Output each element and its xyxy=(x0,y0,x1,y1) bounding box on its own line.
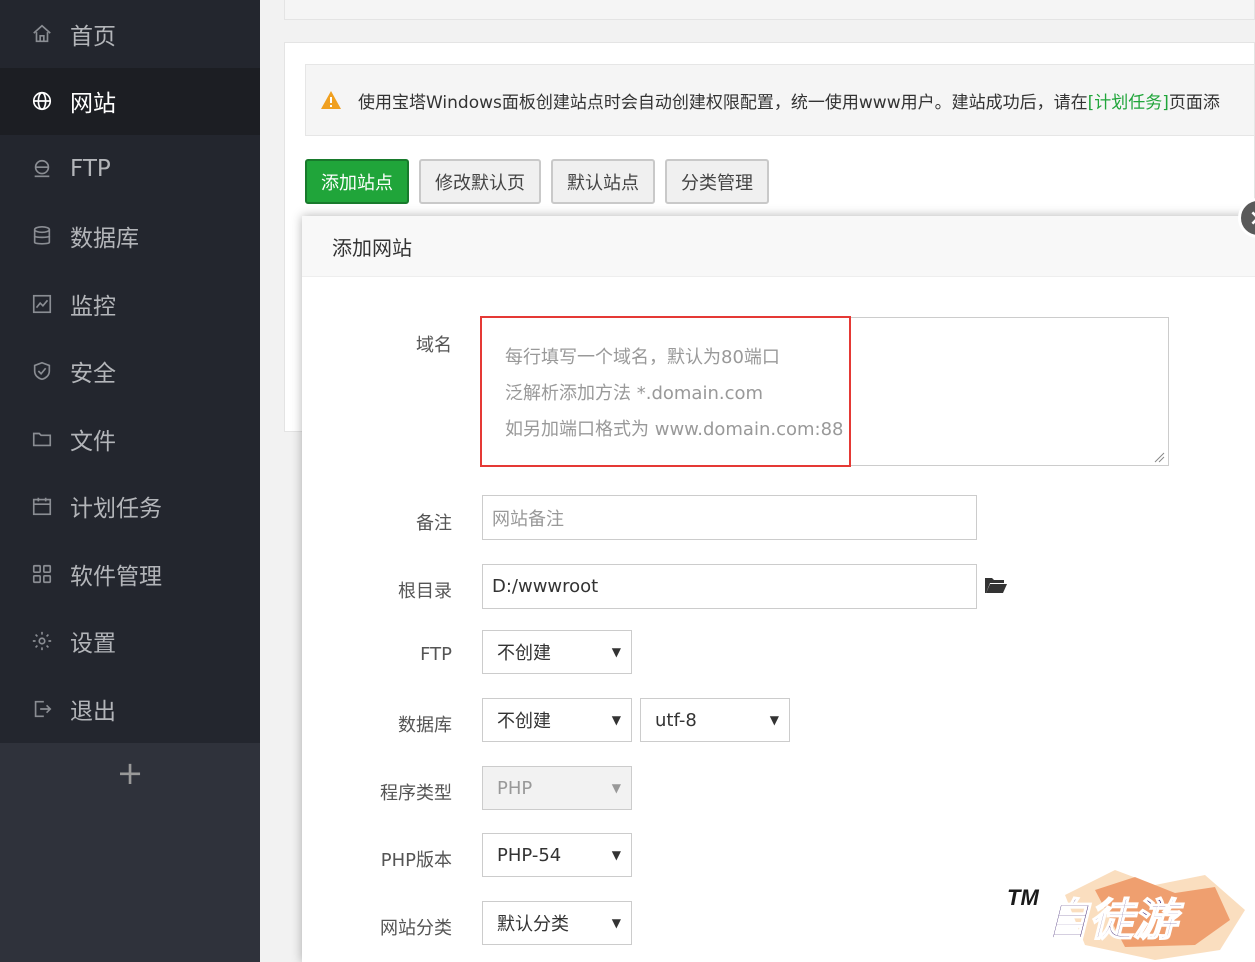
domain-label: 域名 xyxy=(416,335,452,356)
edit-default-page-button[interactable]: 修改默认页 xyxy=(419,159,541,204)
charset-select[interactable]: utf-8 ▼ xyxy=(640,698,790,742)
root-dir-label: 根目录 xyxy=(398,581,452,602)
php-version-label: PHP版本 xyxy=(380,850,452,871)
sidebar-item-logout[interactable]: 退出 xyxy=(0,675,260,743)
monitor-icon xyxy=(30,292,54,316)
alert-text-tail: 页面添 xyxy=(1168,92,1220,113)
svg-text:TM: TM xyxy=(1007,885,1039,910)
sidebar-item-database[interactable]: 数据库 xyxy=(0,203,260,271)
sidebar-item-label: 计划任务 xyxy=(70,496,162,523)
sidebar-add-button[interactable]: + xyxy=(0,743,260,803)
sidebar-item-label: 网站 xyxy=(70,91,116,118)
database-select[interactable]: 不创建 ▼ xyxy=(482,698,632,742)
globe-icon xyxy=(30,89,54,113)
sidebar-item-label: 监控 xyxy=(70,293,116,320)
top-panel xyxy=(284,0,1255,20)
sidebar-item-cron[interactable]: 计划任务 xyxy=(0,473,260,541)
remark-input[interactable]: 网站备注 xyxy=(482,495,977,540)
ftp-icon xyxy=(30,157,54,181)
category-label: 网站分类 xyxy=(380,918,452,939)
cron-link[interactable]: [计划任务] xyxy=(1088,88,1169,113)
dropdown-arrow-icon: ▼ xyxy=(611,781,621,795)
toolbar: 添加站点 修改默认页 默认站点 分类管理 xyxy=(305,159,769,204)
sidebar-item-files[interactable]: 文件 xyxy=(0,405,260,473)
dropdown-arrow-icon: ▼ xyxy=(611,916,621,930)
watermark-logo: TM 自徒游 xyxy=(1007,870,1245,960)
ftp-label: FTP xyxy=(420,644,452,665)
database-icon xyxy=(30,224,54,248)
resize-handle-icon[interactable] xyxy=(1153,451,1165,463)
dropdown-arrow-icon: ▼ xyxy=(611,713,621,727)
modal-title: 添加网站 xyxy=(302,216,1255,277)
php-version-select[interactable]: PHP-54 ▼ xyxy=(482,833,632,877)
sidebar-item-label: 安全 xyxy=(70,361,116,388)
sidebar-nav: 首页 网站 FTP 数据库 监控 安全 文件 计划任务 软件管理 设置 退出 xyxy=(0,0,260,743)
logout-icon xyxy=(30,697,54,721)
calendar-icon xyxy=(30,494,54,518)
sidebar-item-label: 首页 xyxy=(70,23,116,50)
sidebar-item-label: 数据库 xyxy=(70,226,139,253)
database-select-value: 不创建 xyxy=(497,711,551,732)
category-select-value: 默认分类 xyxy=(497,914,569,935)
dropdown-arrow-icon: ▼ xyxy=(611,848,621,862)
home-icon xyxy=(30,22,54,46)
sidebar-item-website[interactable]: 网站 xyxy=(0,67,260,135)
sidebar-item-home[interactable]: 首页 xyxy=(0,0,260,68)
warning-icon xyxy=(321,91,341,109)
program-type-value: PHP xyxy=(497,777,533,799)
charset-select-value: utf-8 xyxy=(655,709,697,731)
program-type-select: PHP ▼ xyxy=(482,766,632,810)
category-select[interactable]: 默认分类 ▼ xyxy=(482,901,632,945)
program-type-label: 程序类型 xyxy=(380,783,452,804)
category-manage-button[interactable]: 分类管理 xyxy=(665,159,769,204)
dropdown-arrow-icon: ▼ xyxy=(611,645,621,659)
gear-icon xyxy=(30,629,54,653)
alert-text: 使用宝塔Windows面板创建站点时会自动创建权限配置，统一使用www用户。建站… xyxy=(358,92,1088,113)
sidebar-item-ftp[interactable]: FTP xyxy=(0,135,260,203)
sidebar-item-settings[interactable]: 设置 xyxy=(0,608,260,676)
sidebar-item-label: FTP xyxy=(70,155,111,182)
sidebar-item-label: 退出 xyxy=(70,698,116,725)
svg-text:自徒游: 自徒游 xyxy=(1045,895,1184,946)
database-label: 数据库 xyxy=(398,715,452,736)
default-site-button[interactable]: 默认站点 xyxy=(551,159,655,204)
sidebar-item-monitor[interactable]: 监控 xyxy=(0,270,260,338)
info-alert: 使用宝塔Windows面板创建站点时会自动创建权限配置，统一使用www用户。建站… xyxy=(305,64,1255,136)
root-dir-input[interactable]: D:/wwwroot xyxy=(482,564,977,609)
grid-icon xyxy=(30,562,54,586)
php-version-value: PHP-54 xyxy=(497,844,562,866)
folder-icon xyxy=(30,427,54,451)
shield-icon xyxy=(30,359,54,383)
add-site-button[interactable]: 添加站点 xyxy=(305,159,409,204)
sidebar: 首页 网站 FTP 数据库 监控 安全 文件 计划任务 软件管理 设置 退出 + xyxy=(0,0,260,962)
ftp-select-value: 不创建 xyxy=(497,643,551,664)
folder-open-icon[interactable] xyxy=(984,575,1008,595)
remark-label: 备注 xyxy=(416,513,452,534)
sidebar-item-software[interactable]: 软件管理 xyxy=(0,540,260,608)
sidebar-item-label: 软件管理 xyxy=(70,563,162,590)
sidebar-item-security[interactable]: 安全 xyxy=(0,338,260,406)
sidebar-item-label: 设置 xyxy=(70,631,116,658)
highlight-box xyxy=(480,316,851,467)
ftp-select[interactable]: 不创建 ▼ xyxy=(482,630,632,674)
sidebar-item-label: 文件 xyxy=(70,428,116,455)
dropdown-arrow-icon: ▼ xyxy=(769,713,779,727)
